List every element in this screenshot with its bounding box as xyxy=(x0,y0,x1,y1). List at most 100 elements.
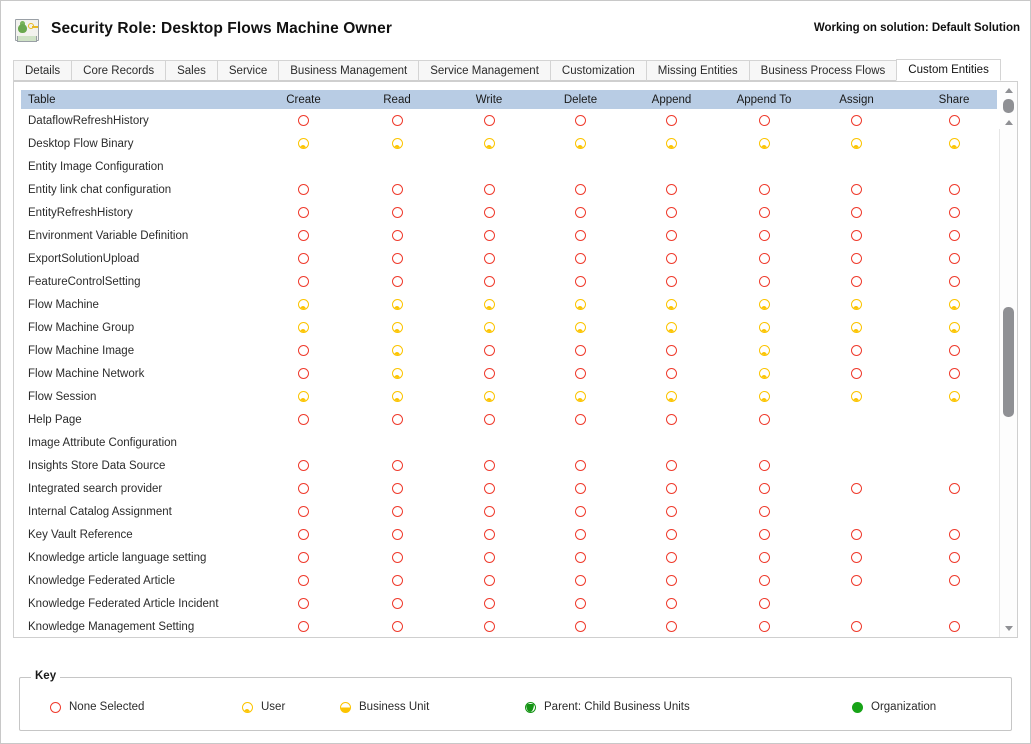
privilege-none-icon[interactable] xyxy=(948,620,960,632)
permission-cell[interactable] xyxy=(443,569,535,592)
privilege-user-icon[interactable] xyxy=(391,321,403,333)
permission-cell[interactable] xyxy=(626,132,717,155)
privilege-none-icon[interactable] xyxy=(758,413,770,425)
column-header-assign[interactable]: Assign xyxy=(811,90,902,109)
privilege-none-icon[interactable] xyxy=(391,114,403,126)
permission-cell[interactable] xyxy=(351,316,443,339)
privilege-none-icon[interactable] xyxy=(758,620,770,632)
table-row-name[interactable]: Flow Machine xyxy=(21,293,256,316)
privilege-none-icon[interactable] xyxy=(666,574,677,586)
permission-cell[interactable] xyxy=(717,109,811,132)
permission-cell[interactable] xyxy=(256,569,351,592)
privilege-none-icon[interactable] xyxy=(948,528,960,540)
permission-cell[interactable] xyxy=(902,293,997,316)
permission-cell[interactable] xyxy=(626,523,717,546)
permission-cell[interactable] xyxy=(256,224,351,247)
privilege-none-icon[interactable] xyxy=(483,597,495,609)
privilege-none-icon[interactable] xyxy=(758,229,770,241)
privilege-none-icon[interactable] xyxy=(851,551,862,563)
privilege-none-icon[interactable] xyxy=(851,252,862,264)
permission-cell[interactable] xyxy=(351,247,443,270)
permission-cell[interactable] xyxy=(443,592,535,615)
privilege-user-icon[interactable] xyxy=(758,298,770,310)
permission-cell[interactable] xyxy=(811,615,902,635)
privilege-none-icon[interactable] xyxy=(298,551,309,563)
privilege-none-icon[interactable] xyxy=(758,528,770,540)
privilege-none-icon[interactable] xyxy=(391,206,403,218)
tab-service-management[interactable]: Service Management xyxy=(418,60,551,81)
privilege-none-icon[interactable] xyxy=(758,183,770,195)
privilege-none-icon[interactable] xyxy=(666,252,677,264)
privilege-none-icon[interactable] xyxy=(391,229,403,241)
privilege-user-icon[interactable] xyxy=(391,137,403,149)
privilege-none-icon[interactable] xyxy=(575,344,586,356)
table-row[interactable]: Knowledge article language setting xyxy=(21,546,997,569)
privilege-none-icon[interactable] xyxy=(298,620,309,632)
column-header-share[interactable]: Share xyxy=(902,90,997,109)
privilege-none-icon[interactable] xyxy=(575,505,586,517)
privilege-none-icon[interactable] xyxy=(483,505,495,517)
permission-cell[interactable] xyxy=(717,270,811,293)
privilege-user-icon[interactable] xyxy=(391,390,403,402)
permission-cell[interactable] xyxy=(256,178,351,201)
permission-cell[interactable] xyxy=(626,546,717,569)
permission-cell[interactable] xyxy=(443,523,535,546)
column-header-create[interactable]: Create xyxy=(256,90,351,109)
column-header-write[interactable]: Write xyxy=(443,90,535,109)
table-row-name[interactable]: Key Vault Reference xyxy=(21,523,256,546)
table-row-name[interactable]: Entity Image Configuration xyxy=(21,155,256,178)
tab-business-process-flows[interactable]: Business Process Flows xyxy=(748,60,898,81)
privilege-user-icon[interactable] xyxy=(391,298,403,310)
grid-vertical-scrollbar[interactable] xyxy=(999,129,1017,637)
privilege-none-icon[interactable] xyxy=(666,597,677,609)
permission-cell[interactable] xyxy=(811,178,902,201)
table-row-name[interactable]: Knowledge article language setting xyxy=(21,546,256,569)
table-row-name[interactable]: Knowledge Federated Article Incident xyxy=(21,592,256,615)
permission-cell[interactable] xyxy=(256,201,351,224)
permission-cell[interactable] xyxy=(443,477,535,500)
privilege-user-icon[interactable] xyxy=(851,321,862,333)
permission-cell[interactable] xyxy=(626,615,717,635)
privilege-none-icon[interactable] xyxy=(851,482,862,494)
table-row-name[interactable]: Insights Store Data Source xyxy=(21,454,256,477)
table-row[interactable]: Entity link chat configuration xyxy=(21,178,997,201)
permission-cell[interactable] xyxy=(443,408,535,431)
permission-cell[interactable] xyxy=(535,546,626,569)
privilege-none-icon[interactable] xyxy=(575,551,586,563)
privilege-none-icon[interactable] xyxy=(666,229,677,241)
privilege-none-icon[interactable] xyxy=(948,114,960,126)
privilege-none-icon[interactable] xyxy=(298,229,309,241)
tab-custom-entities[interactable]: Custom Entities xyxy=(896,59,1001,81)
table-row-name[interactable]: Integrated search provider xyxy=(21,477,256,500)
table-row[interactable]: Flow Session xyxy=(21,385,997,408)
permission-cell[interactable] xyxy=(902,477,997,500)
privilege-none-icon[interactable] xyxy=(666,413,677,425)
permission-cell[interactable] xyxy=(443,293,535,316)
privilege-user-icon[interactable] xyxy=(666,321,677,333)
permission-cell[interactable] xyxy=(535,132,626,155)
permission-cell[interactable] xyxy=(626,362,717,385)
privilege-none-icon[interactable] xyxy=(575,275,586,287)
tab-sales[interactable]: Sales xyxy=(165,60,218,81)
privilege-none-icon[interactable] xyxy=(851,528,862,540)
privilege-none-icon[interactable] xyxy=(483,528,495,540)
permission-cell[interactable] xyxy=(256,385,351,408)
privilege-user-icon[interactable] xyxy=(298,321,309,333)
privilege-none-icon[interactable] xyxy=(298,344,309,356)
permission-cell[interactable] xyxy=(443,339,535,362)
privilege-user-icon[interactable] xyxy=(666,298,677,310)
privilege-none-icon[interactable] xyxy=(851,275,862,287)
privilege-user-icon[interactable] xyxy=(758,390,770,402)
permission-cell[interactable] xyxy=(811,362,902,385)
privilege-none-icon[interactable] xyxy=(666,206,677,218)
permission-cell[interactable] xyxy=(535,408,626,431)
privilege-none-icon[interactable] xyxy=(483,344,495,356)
permission-cell[interactable] xyxy=(811,569,902,592)
permission-cell[interactable] xyxy=(902,270,997,293)
privilege-none-icon[interactable] xyxy=(666,367,677,379)
header-scroll-up-arrow[interactable] xyxy=(1000,82,1017,99)
column-header-append-to[interactable]: Append To xyxy=(717,90,811,109)
permission-cell[interactable] xyxy=(626,500,717,523)
permission-cell[interactable] xyxy=(351,408,443,431)
table-row-name[interactable]: EntityRefreshHistory xyxy=(21,201,256,224)
